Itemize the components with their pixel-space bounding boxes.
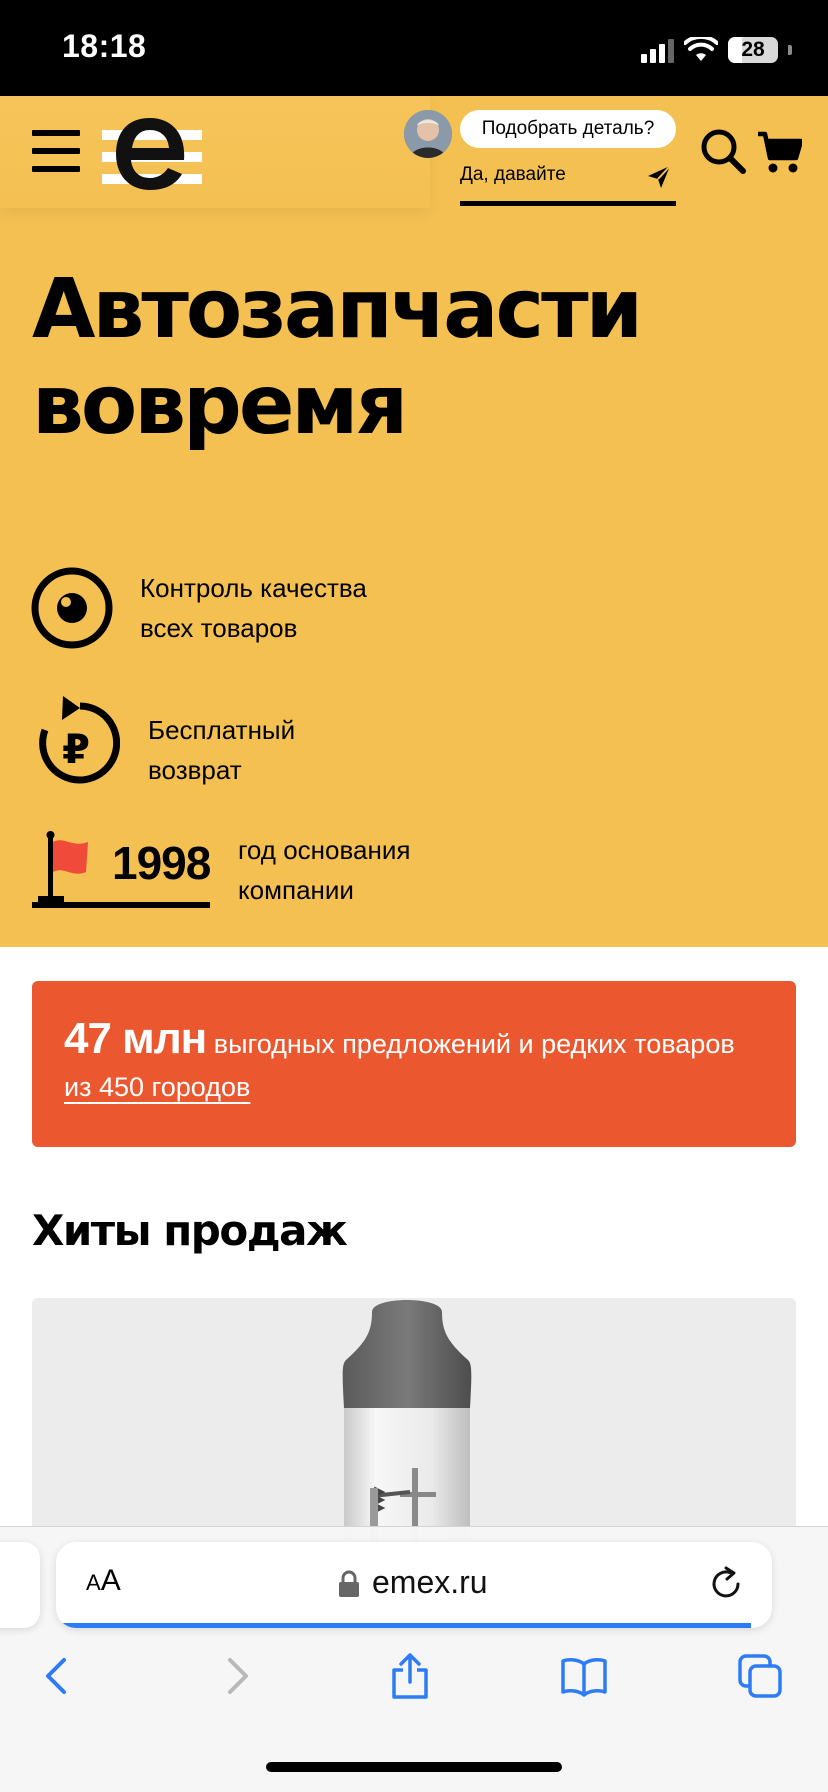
search-icon[interactable] [700, 128, 746, 174]
bookmarks-icon[interactable] [560, 1652, 608, 1700]
assistant-question-bubble[interactable]: Подобрать деталь? [460, 110, 676, 148]
battery-tip [788, 45, 792, 55]
lock-icon [339, 1570, 359, 1597]
feature-founded-line2: компании [238, 875, 354, 905]
back-icon[interactable] [34, 1652, 82, 1700]
founded-year: 1998 [112, 837, 211, 889]
assistant-reply-button[interactable]: Да, давайте [460, 160, 676, 206]
share-icon[interactable] [386, 1652, 434, 1700]
status-icons: 28 [641, 30, 792, 70]
svg-text:₽: ₽ [62, 727, 90, 773]
status-time: 18:18 [62, 28, 147, 64]
menu-icon[interactable] [32, 130, 80, 172]
hero-title-line1: Автозапчасти [32, 262, 643, 357]
cart-icon[interactable] [756, 130, 802, 174]
flag-icon [38, 831, 88, 902]
page-load-progress [56, 1623, 751, 1628]
text-size-large: A [100, 1564, 121, 1597]
feature-quality-line1: Контроль качества [140, 573, 367, 603]
feature-return-line2: возврат [148, 755, 242, 785]
assistant-reply-label: Да, давайте [460, 164, 566, 185]
promo-banner[interactable]: 47 млн выгодных предложений и редких тов… [32, 981, 796, 1147]
wifi-icon [684, 37, 718, 61]
feature-return-line1: Бесплатный [148, 715, 296, 745]
home-indicator [266, 1762, 562, 1772]
promo-text: выгодных предложений и редких товаров [206, 1029, 735, 1059]
assistant-avatar[interactable] [404, 110, 452, 158]
bestsellers-title: Хиты продаж [32, 1206, 348, 1255]
founded-underline [32, 902, 210, 908]
hero-title-line2: вовремя [32, 358, 408, 453]
feature-return-text: Бесплатный возврат [148, 710, 295, 790]
hero-section [0, 96, 828, 947]
battery-icon: 28 [728, 37, 778, 63]
battery-percent: 28 [741, 38, 765, 61]
text-size-small: A [86, 1570, 101, 1595]
feature-quality-line2: всех товаров [140, 613, 298, 643]
feature-quality-text: Контроль качества всех товаров [140, 568, 367, 648]
reload-icon[interactable] [708, 1566, 744, 1602]
promo-count: 47 млн [64, 1014, 207, 1063]
feature-founded-text: год основания компании [238, 830, 410, 910]
previous-tab-peek[interactable] [0, 1542, 40, 1628]
logo-icon[interactable] [102, 112, 202, 192]
ruble-return-icon: ₽ [39, 696, 120, 784]
status-bar: 18:18 28 [0, 0, 828, 96]
tabs-icon[interactable] [736, 1652, 784, 1700]
hero-title: Автозапчасти вовремя [32, 262, 732, 454]
forward-icon[interactable] [212, 1652, 260, 1700]
address-bar[interactable]: AA emex.ru [56, 1542, 772, 1628]
battery-level-fill [728, 37, 742, 63]
cellular-signal-icon [641, 37, 674, 63]
send-icon [648, 165, 671, 188]
feature-founded-line1: год основания [238, 835, 411, 865]
eye-icon [31, 567, 113, 649]
product-card[interactable] [32, 1298, 796, 1558]
url-text[interactable]: emex.ru [372, 1564, 488, 1601]
headlight-bulb-icon [342, 1300, 472, 1558]
text-size-button[interactable]: AA [86, 1564, 121, 1598]
promo-cities-link[interactable]: из 450 городов [64, 1072, 250, 1102]
